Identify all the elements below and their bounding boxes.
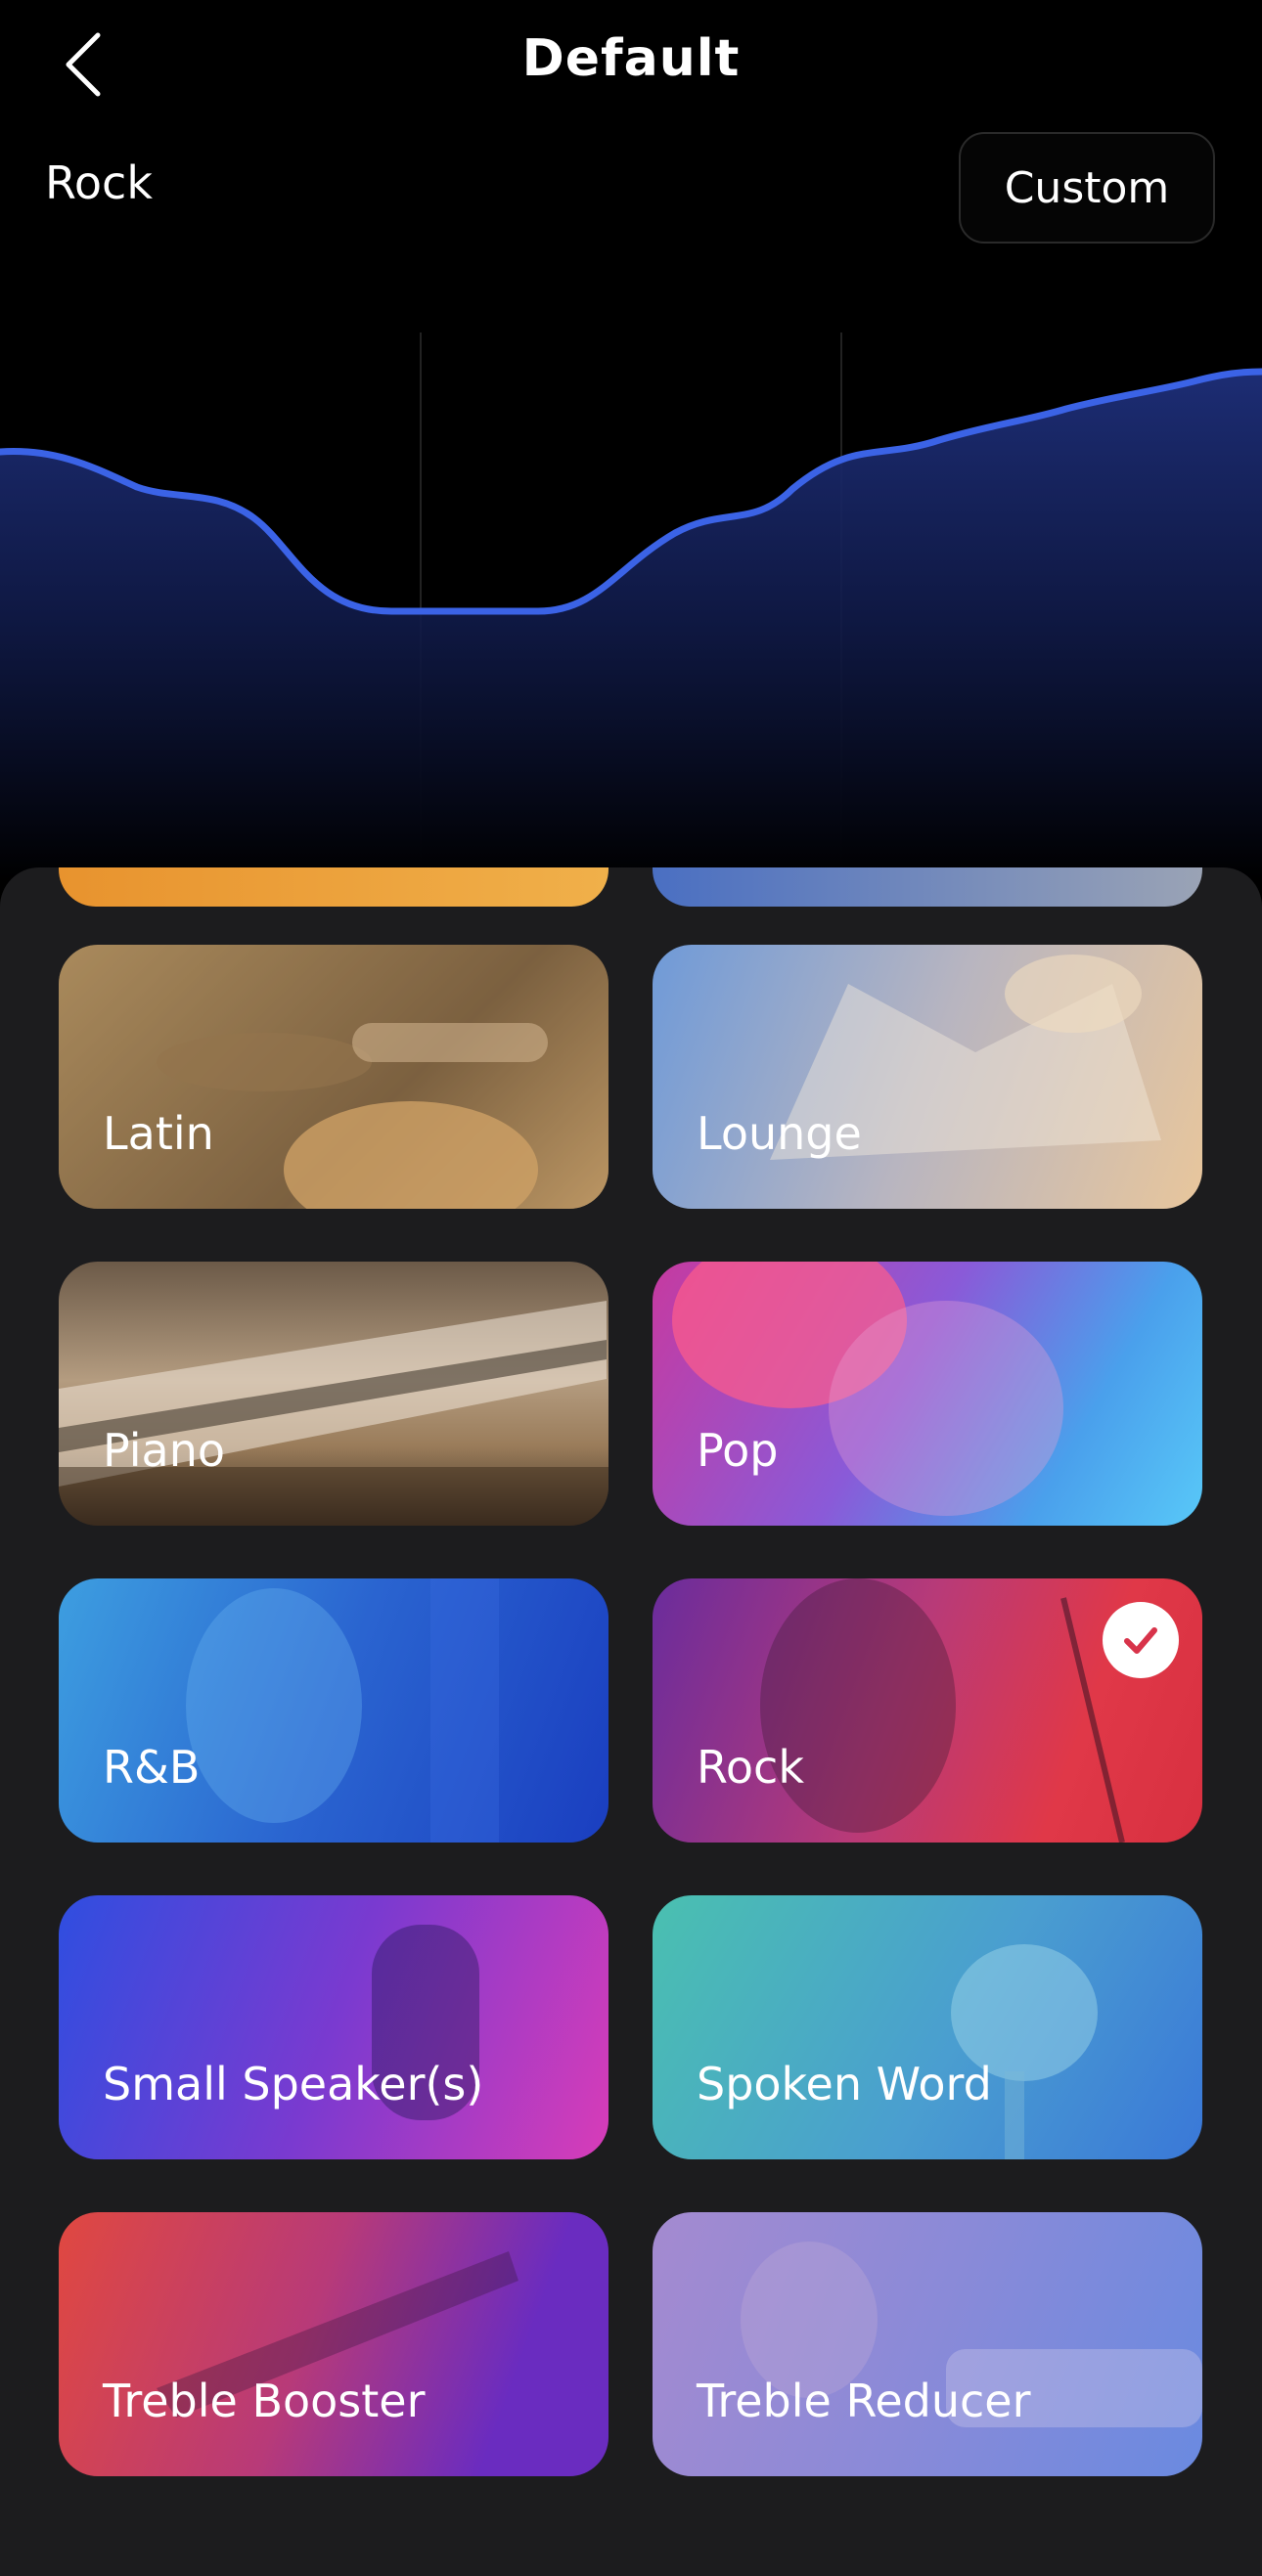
- preset-sheet: Latin Lounge Piano Pop R&B Rock Small Sp…: [0, 867, 1262, 2576]
- preset-card-spoken-word[interactable]: Spoken Word: [653, 1895, 1202, 2159]
- relaxing-person-image: [741, 2242, 1202, 2427]
- custom-button[interactable]: Custom: [959, 132, 1215, 244]
- preset-card-rock[interactable]: Rock: [653, 1578, 1202, 1843]
- preset-label: Piano: [103, 1424, 225, 1477]
- page-title: Default: [521, 29, 741, 88]
- preset-label: Latin: [103, 1107, 214, 1160]
- preset-label: Small Speaker(s): [103, 2058, 484, 2110]
- preset-card-rnb[interactable]: R&B: [59, 1578, 608, 1843]
- preset-card-partial[interactable]: [653, 867, 1202, 907]
- preset-label: R&B: [103, 1741, 201, 1794]
- preset-card-treble-booster[interactable]: Treble Booster: [59, 2212, 608, 2476]
- preset-label: Rock: [697, 1741, 804, 1794]
- selected-check-badge: [1103, 1602, 1179, 1678]
- checkmark-icon: [1124, 1627, 1157, 1654]
- preset-card-piano[interactable]: Piano: [59, 1262, 608, 1526]
- preset-label: Pop: [697, 1424, 779, 1477]
- preset-card-lounge[interactable]: Lounge: [653, 945, 1202, 1209]
- eq-curve-fill: [0, 372, 1262, 880]
- preset-card-small-speakers[interactable]: Small Speaker(s): [59, 1895, 608, 2159]
- eq-screen: Default Rock Custom Latin Lounge Piano P…: [0, 0, 1262, 2576]
- drums-image: [59, 945, 608, 1209]
- microphone-image: [951, 1944, 1098, 2159]
- piano-keys-image: [59, 1301, 608, 1526]
- current-preset-name: Rock: [45, 156, 153, 209]
- speaker-image: [372, 1925, 479, 2120]
- preset-card-latin[interactable]: Latin: [59, 945, 608, 1209]
- preset-card-partial[interactable]: [59, 867, 608, 907]
- singer-image: [672, 1262, 1063, 1516]
- preset-label: Spoken Word: [697, 2058, 992, 2110]
- book-coffee-image: [770, 955, 1161, 1160]
- preset-card-treble-reducer[interactable]: Treble Reducer: [653, 2212, 1202, 2476]
- preset-card-pop[interactable]: Pop: [653, 1262, 1202, 1526]
- preset-label: Treble Booster: [103, 2375, 426, 2427]
- preset-label: Treble Reducer: [697, 2375, 1031, 2427]
- singer-image: [186, 1578, 499, 1843]
- eq-curve-graph: [0, 333, 1262, 880]
- preset-label: Lounge: [697, 1107, 862, 1160]
- guitar-image: [157, 2251, 518, 2418]
